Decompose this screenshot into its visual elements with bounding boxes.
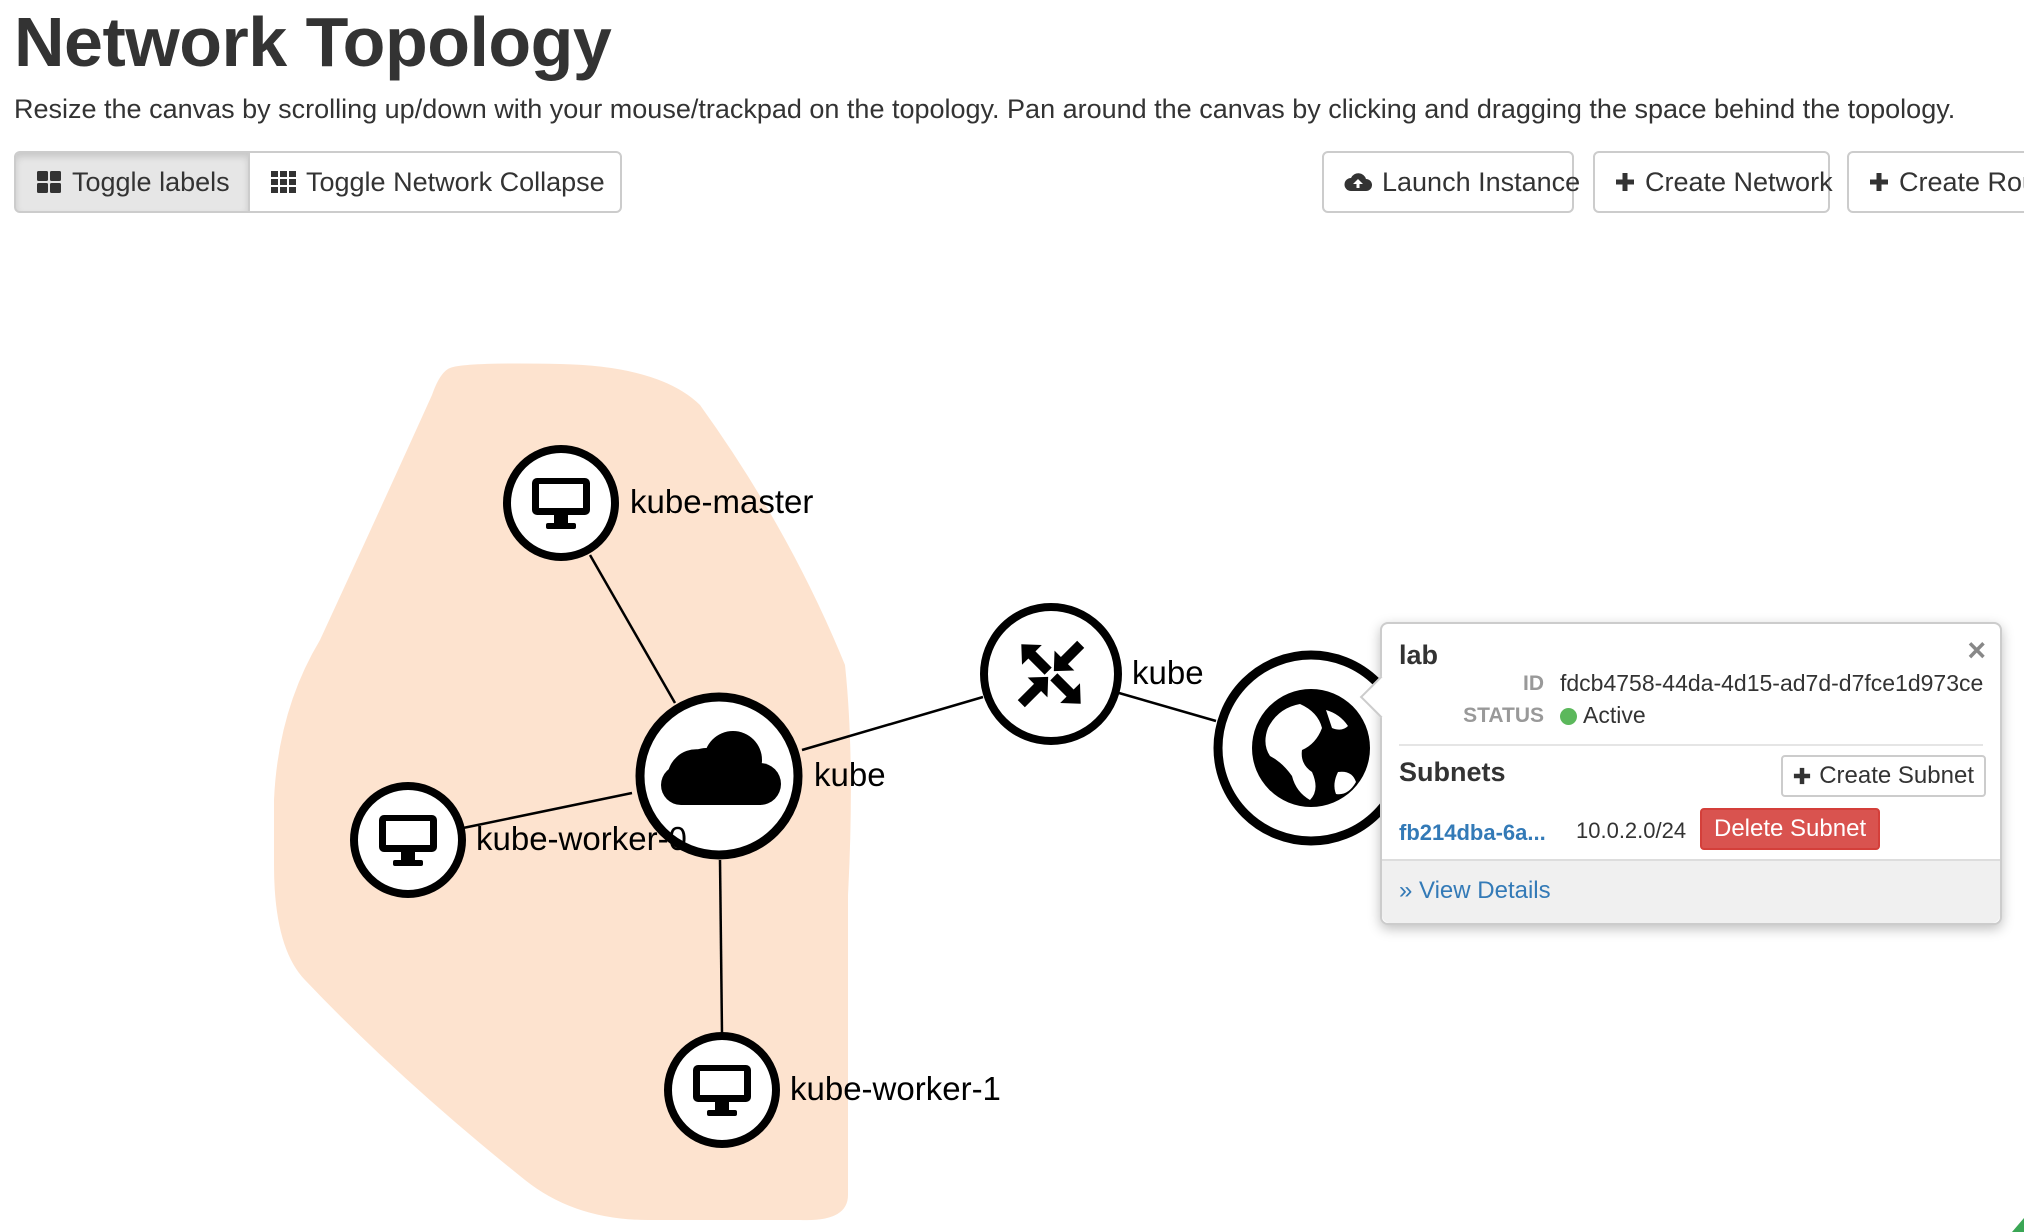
- popup-network-name: lab: [1399, 640, 1439, 670]
- link-router-external: [1118, 691, 1217, 723]
- node-label-network-kube: kube: [814, 756, 886, 793]
- network-info-popup: × lab ID fdcb4758-44da-4d15-ad7d-d7fce1d…: [1359, 622, 2002, 925]
- plus-icon: [1794, 767, 1811, 785]
- instance-node-kube-worker-1[interactable]: [664, 1032, 780, 1148]
- node-label-kube-worker-0: kube-worker-0: [476, 820, 687, 857]
- status-text: Active: [1583, 702, 1646, 728]
- popup-status-value: Active: [1560, 702, 1646, 729]
- topology-canvas[interactable]: [0, 0, 2024, 1232]
- popup-divider: [1399, 744, 1983, 746]
- subnet-cidr: 10.0.2.0/24: [1576, 818, 1687, 843]
- router-node-kube[interactable]: [980, 603, 1122, 745]
- node-label-router-kube: kube: [1132, 654, 1204, 691]
- create-subnet-button[interactable]: Create Subnet: [1781, 755, 1986, 797]
- subnet-id-link[interactable]: fb214dba-6a...: [1399, 820, 1557, 846]
- globe-icon: [1252, 689, 1370, 807]
- instance-node-kube-worker-0[interactable]: [350, 782, 466, 898]
- create-subnet-label: Create Subnet: [1819, 762, 1974, 789]
- node-label-kube-worker-1: kube-worker-1: [790, 1070, 1001, 1107]
- popup-id-label: ID: [1523, 672, 1544, 695]
- popup-footer: » View Details: [1382, 859, 2000, 923]
- close-icon[interactable]: ×: [1967, 634, 1986, 666]
- view-details-link[interactable]: » View Details: [1399, 877, 1551, 905]
- instance-node-kube-master[interactable]: [503, 445, 619, 561]
- popup-id-value: fdcb4758-44da-4d15-ad7d-d7fce1d973ce: [1560, 670, 1984, 696]
- status-dot: [1560, 708, 1577, 725]
- popup-status-label: STATUS: [1463, 704, 1544, 727]
- node-label-kube-master: kube-master: [630, 483, 814, 520]
- delete-subnet-button[interactable]: Delete Subnet: [1700, 808, 1881, 850]
- subnets-heading: Subnets: [1399, 757, 1506, 787]
- corner-marker: [2012, 1218, 2024, 1232]
